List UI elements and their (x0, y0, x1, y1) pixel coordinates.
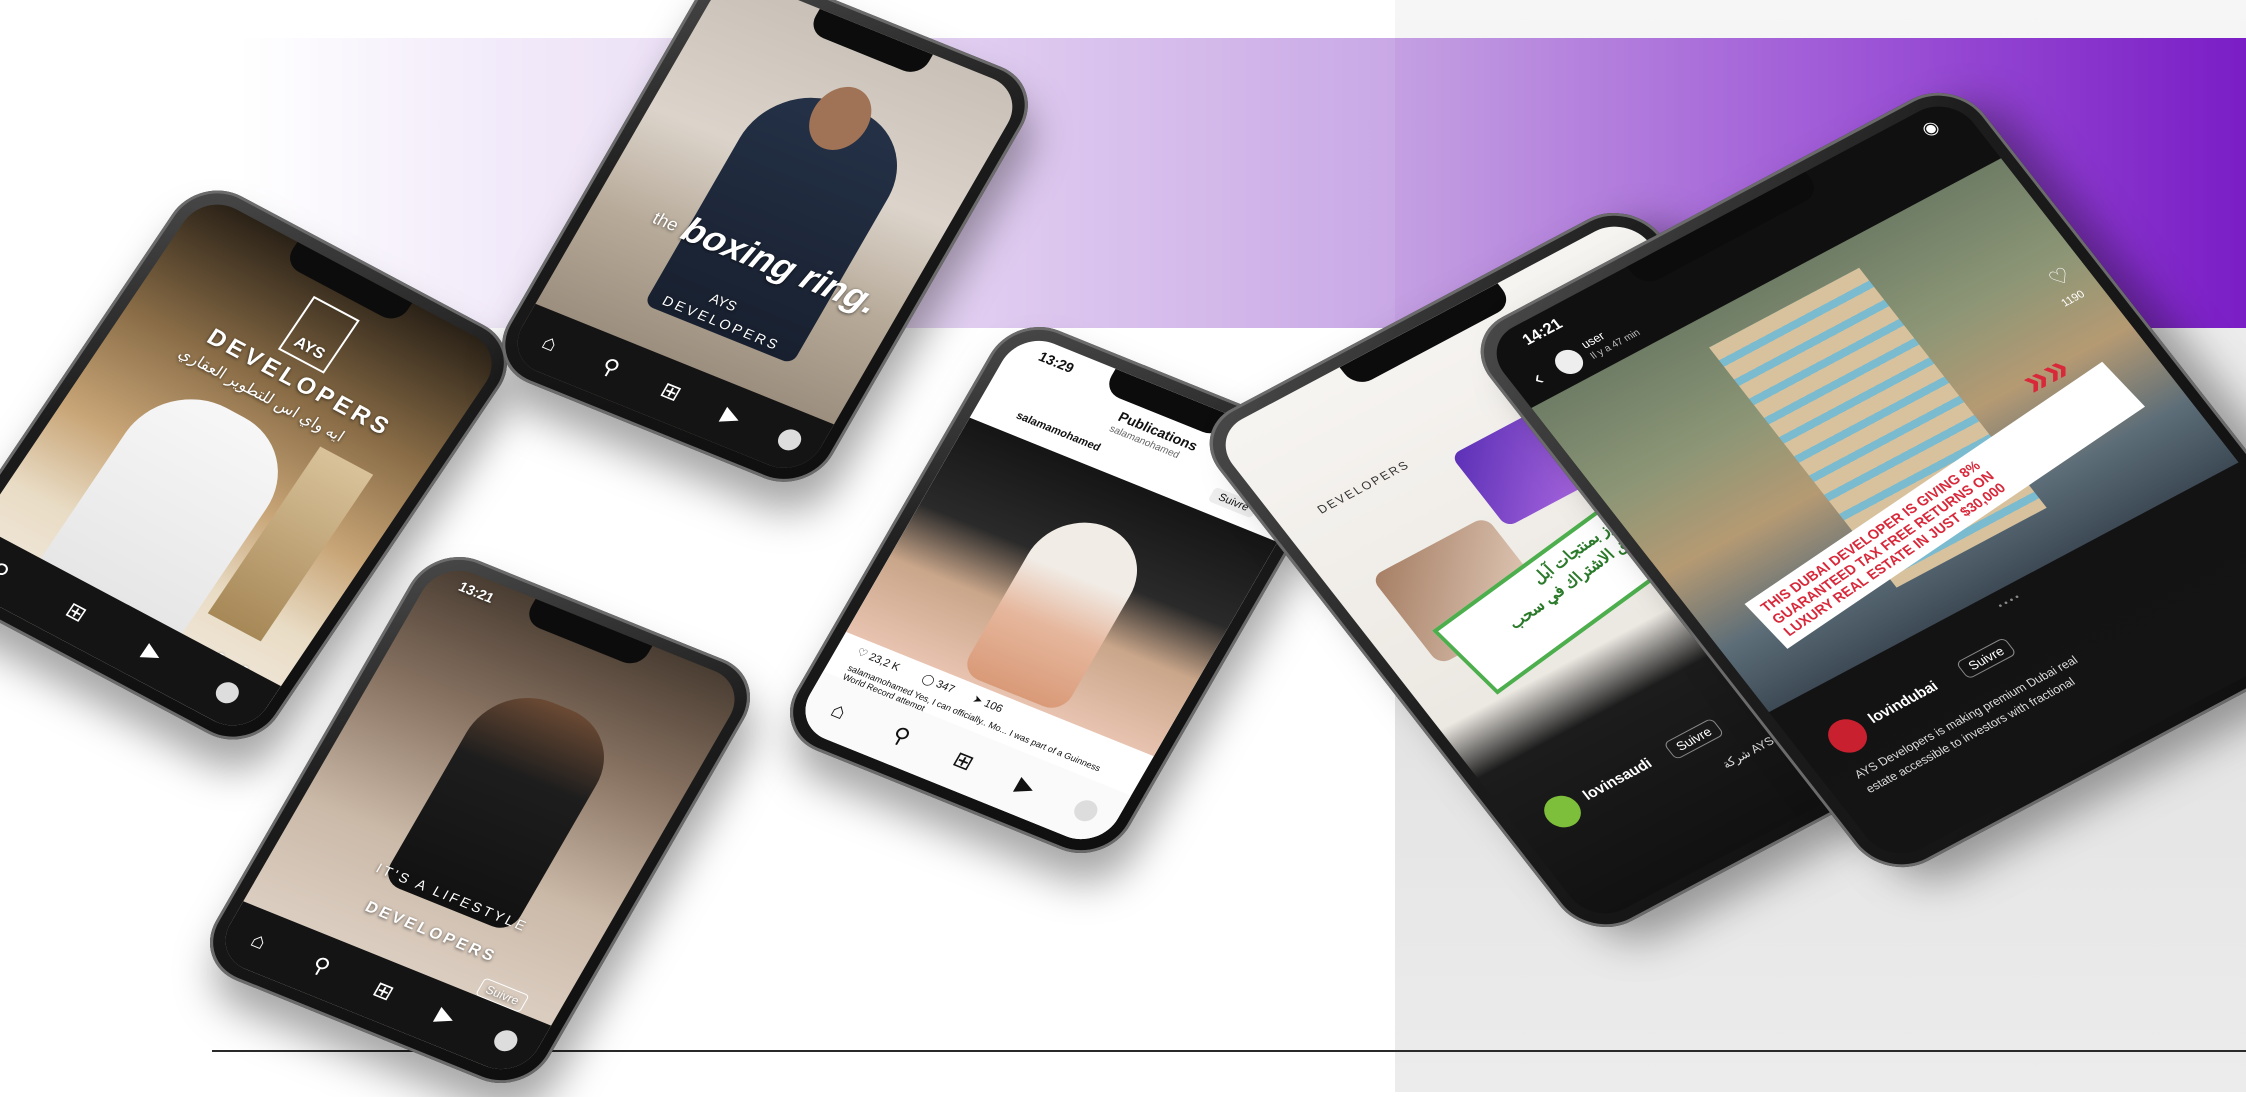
status-time: 13:21 (455, 578, 498, 606)
comments-value: 347 (933, 678, 957, 696)
add-post-icon[interactable]: ⊞ (57, 595, 95, 629)
add-post-icon[interactable]: ⊞ (652, 376, 689, 408)
phone-notch (522, 598, 653, 669)
profile-avatar[interactable] (1536, 789, 1589, 834)
search-icon[interactable]: ⚲ (0, 555, 19, 589)
add-post-icon[interactable]: ⊞ (365, 975, 402, 1007)
back-chevron-icon[interactable]: ‹ (1527, 366, 1550, 390)
search-icon[interactable]: ⚲ (882, 720, 919, 752)
profile-avatar[interactable] (490, 1027, 522, 1055)
reels-icon[interactable]: ▶ (713, 400, 750, 432)
shares-value: 106 (981, 697, 1005, 716)
search-icon[interactable]: ⚲ (302, 950, 339, 982)
add-post-icon[interactable]: ⊞ (945, 745, 982, 777)
follow-button[interactable]: Suivre (1663, 717, 1725, 761)
profile-avatar[interactable] (1820, 713, 1875, 759)
username[interactable]: lovinsaudi (1579, 755, 1655, 803)
camera-icon[interactable]: ◉ (1917, 116, 1944, 140)
profile-avatar[interactable] (1070, 797, 1102, 825)
man-in-suit-figure (643, 76, 924, 365)
status-time: 13:29 (1035, 348, 1078, 376)
home-icon[interactable]: ⌂ (820, 695, 857, 727)
status-time: 14:21 (1519, 315, 1567, 349)
user-avatar[interactable] (1549, 345, 1589, 379)
follow-button[interactable]: Suivre (1955, 637, 2017, 680)
likes-value: 23,2 K (866, 651, 902, 674)
share-count: ➤ 106 (970, 692, 1005, 715)
phone-notch (806, 8, 934, 78)
home-icon[interactable]: ⌂ (240, 925, 277, 957)
woman-figure (380, 680, 627, 934)
username[interactable]: lovindubai (1865, 678, 1942, 727)
profile-avatar[interactable] (774, 426, 806, 454)
caption-the: the (649, 208, 683, 236)
home-icon[interactable]: ⌂ (531, 327, 568, 359)
profile-avatar[interactable] (211, 678, 244, 707)
reels-icon[interactable]: ▶ (134, 636, 172, 670)
search-icon[interactable]: ⚲ (592, 351, 629, 383)
reels-icon[interactable]: ▶ (1007, 770, 1044, 802)
brand-developers: DEVELOPERS (1314, 457, 1413, 517)
carousel-dots: • • • • (1995, 592, 2023, 612)
reels-icon[interactable]: ▶ (427, 1000, 464, 1032)
